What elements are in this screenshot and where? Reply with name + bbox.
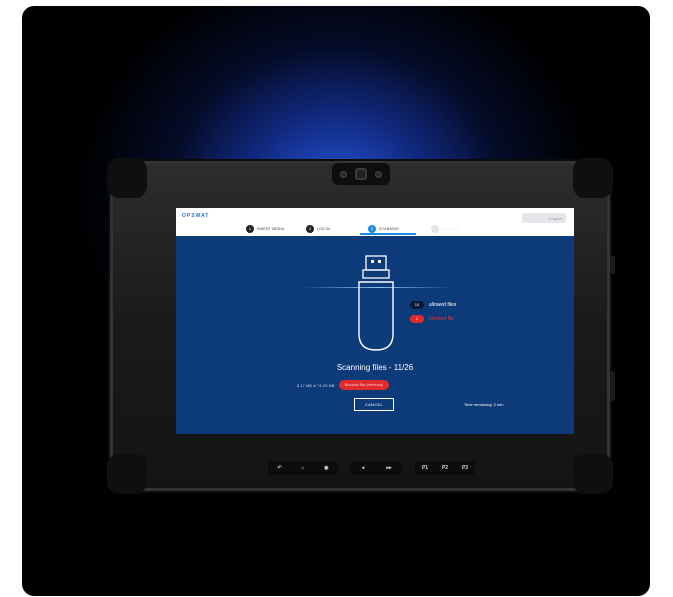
step-number: 4 [431, 225, 439, 233]
power-hw-button[interactable]: ◉ [320, 465, 332, 471]
language-selector[interactable]: English [522, 213, 566, 223]
light-sensor-dot [375, 170, 382, 178]
p1-hw-button[interactable]: P1 [419, 465, 431, 471]
back-hw-button[interactable]: ↶ [274, 465, 286, 471]
corner-bumper-top-right [573, 158, 613, 198]
step-log-in: 2 LOG IN [306, 224, 330, 234]
hardware-button-group-nav: ↶ ⌂ ◉ [268, 461, 338, 475]
volume-up-hw-button[interactable]: ▸▸ [383, 465, 395, 471]
blocked-files-label: blocked file [429, 316, 455, 322]
camera-icon [355, 168, 367, 180]
opswat-logo: OPSWAT [182, 213, 210, 219]
progress-steps: 1 INSERT MEDIA 2 LOG IN 3 SCANNING 4 RES… [246, 224, 566, 235]
sensor-dot [340, 170, 347, 178]
side-button-lower[interactable] [610, 371, 615, 401]
step-label: SCANNING [379, 227, 400, 231]
side-button-upper[interactable] [610, 256, 615, 274]
hardware-button-group-programmable: P1 P2 P3 [415, 461, 475, 475]
time-remaining: Time remaining: 2 min [464, 402, 504, 407]
volume-down-hw-button[interactable]: ◂ [357, 465, 369, 471]
step-results: 4 RESULTS [431, 224, 459, 234]
p3-hw-button[interactable]: P3 [459, 465, 471, 471]
cancel-button[interactable]: CANCEL [354, 398, 394, 411]
camera-housing [332, 163, 390, 185]
rugged-tablet: OPSWAT English 1 INSERT MEDIA 2 LOG IN 3 [107, 158, 615, 494]
product-showcase-card: OPSWAT English 1 INSERT MEDIA 2 LOG IN 3 [22, 6, 650, 596]
home-hw-button[interactable]: ⌂ [297, 465, 309, 471]
corner-bumper-top-left [107, 158, 147, 198]
step-label: INSERT MEDIA [257, 227, 285, 231]
step-insert-media: 1 INSERT MEDIA [246, 224, 284, 234]
p2-hw-button[interactable]: P2 [439, 465, 451, 471]
scan-legend: 10 allowed files 1 blocked file [410, 300, 456, 328]
scan-progress-row: 8.17 MB of 71.29 MB Blocked file (retrie… [297, 380, 390, 390]
corner-bumper-bottom-right [573, 454, 613, 494]
blocked-count-badge: 1 [410, 315, 424, 323]
allowed-files-row: 10 allowed files [410, 300, 456, 310]
kiosk-screen: OPSWAT English 1 INSERT MEDIA 2 LOG IN 3 [176, 208, 574, 434]
step-number: 2 [306, 225, 314, 233]
allowed-count-badge: 10 [410, 301, 424, 309]
allowed-files-label: allowed files [429, 302, 457, 308]
top-bar: OPSWAT English 1 INSERT MEDIA 2 LOG IN 3 [176, 208, 574, 236]
step-number: 1 [246, 225, 254, 233]
language-label: English [548, 215, 562, 221]
step-number: 3 [368, 225, 376, 233]
hardware-button-group-volume: ◂ ▸▸ [350, 461, 402, 475]
blocked-file-notice[interactable]: Blocked file (retrieval) [338, 380, 390, 390]
corner-bumper-bottom-left [107, 454, 147, 494]
bytes-progress: 8.17 MB of 71.29 MB [297, 382, 335, 388]
usb-drive-icon [358, 255, 394, 351]
step-label: LOG IN [317, 227, 331, 231]
scan-status-title: Scanning files - 11/26 [336, 363, 414, 372]
step-label: RESULTS [442, 227, 460, 231]
blocked-files-row: 1 blocked file [410, 314, 456, 324]
active-step-underline [360, 233, 416, 235]
